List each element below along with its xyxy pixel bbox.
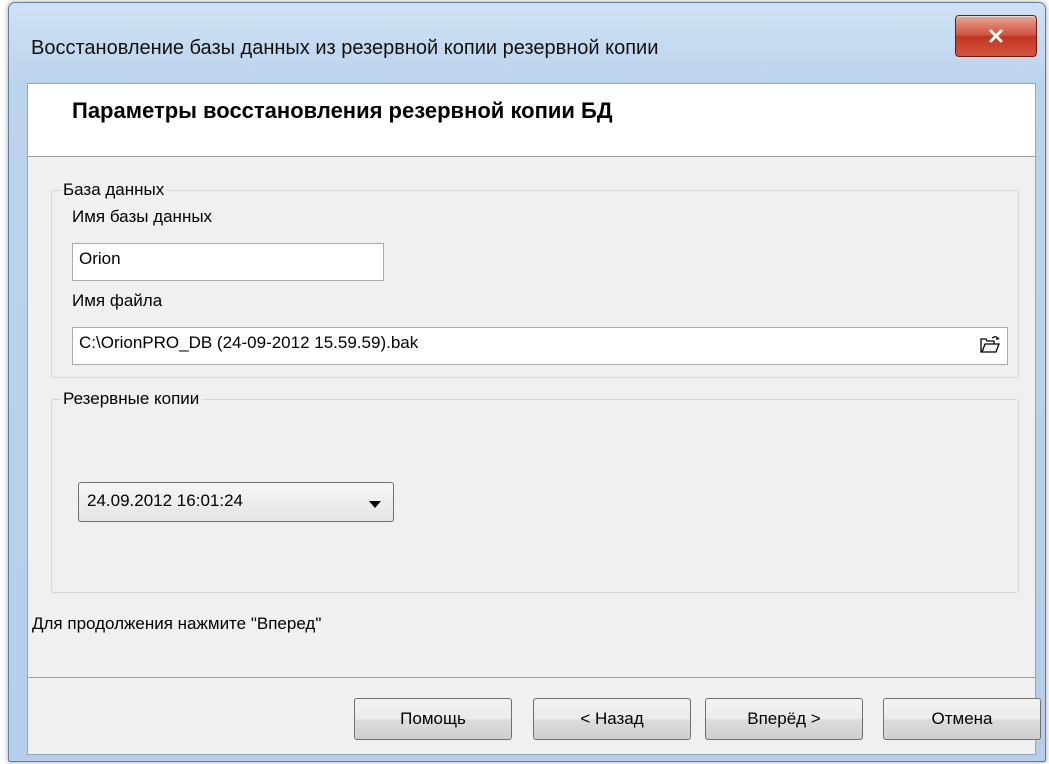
- footer-divider: [28, 677, 1035, 678]
- db-name-label: Имя базы данных: [72, 207, 213, 226]
- cancel-button-label: Отмена: [931, 709, 993, 728]
- title-bar[interactable]: Восстановление базы данных из резервной …: [9, 3, 1045, 81]
- file-name-label: Имя файла: [72, 291, 163, 310]
- chevron-down-icon: [369, 501, 381, 508]
- file-name-input[interactable]: C:\OrionPRO_DB (24-09-2012 15.59.59).bak: [72, 327, 1008, 365]
- file-name-value: C:\OrionPRO_DB (24-09-2012 15.59.59).bak: [79, 333, 419, 352]
- cancel-button[interactable]: Отмена: [883, 698, 1041, 740]
- db-name-value: Orion: [79, 249, 121, 268]
- page-title: Параметры восстановления резервной копии…: [72, 98, 613, 123]
- dialog-window: Восстановление базы данных из резервной …: [8, 2, 1046, 762]
- database-group: База данных Имя базы данных Orion Имя фа…: [51, 180, 1019, 378]
- help-button[interactable]: Помощь: [354, 698, 512, 740]
- back-button-label: < Назад: [580, 709, 644, 728]
- close-icon: [989, 29, 1003, 43]
- hint-text: Для продолжения нажмите "Вперед": [32, 614, 322, 633]
- backups-group: Резервные копии 24.09.2012 16:01:24: [51, 389, 1019, 593]
- backups-group-legend: Резервные копии: [60, 389, 203, 409]
- help-button-label: Помощь: [400, 709, 466, 728]
- back-button[interactable]: < Назад: [533, 698, 691, 740]
- next-button-label: Вперёд >: [747, 709, 821, 728]
- wizard-header: Параметры восстановления резервной копии…: [28, 84, 1035, 157]
- backup-select-value: 24.09.2012 16:01:24: [87, 491, 243, 510]
- database-group-legend: База данных: [60, 180, 168, 200]
- dialog-client: Параметры восстановления резервной копии…: [27, 83, 1041, 755]
- backup-select[interactable]: 24.09.2012 16:01:24: [78, 482, 394, 522]
- open-folder-icon[interactable]: [979, 334, 1001, 356]
- close-button[interactable]: [955, 15, 1037, 57]
- window-title: Восстановление базы данных из резервной …: [31, 37, 659, 59]
- db-name-input[interactable]: Orion: [72, 243, 384, 281]
- next-button[interactable]: Вперёд >: [705, 698, 863, 740]
